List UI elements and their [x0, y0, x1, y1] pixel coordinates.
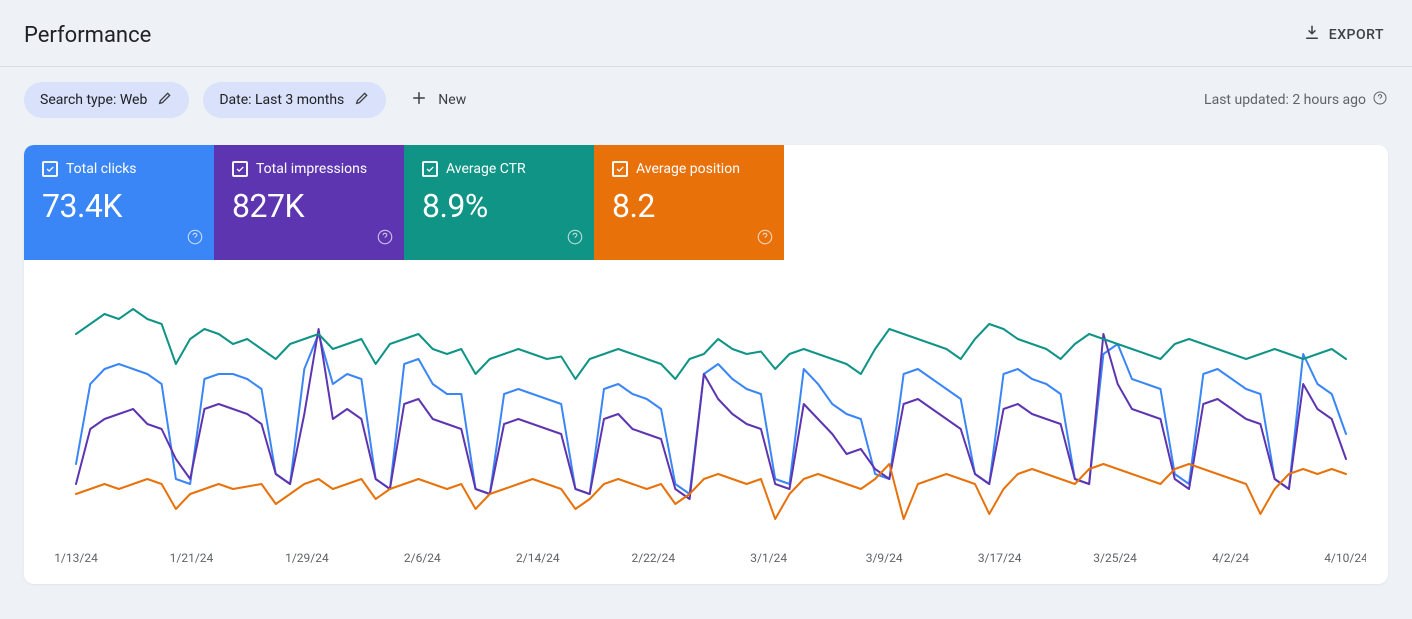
page-title: Performance — [24, 23, 151, 48]
checkbox-icon — [42, 161, 58, 177]
metric-label: Total impressions — [256, 161, 367, 177]
chart-xtick: 2/6/24 — [404, 551, 441, 565]
filter-search-type[interactable]: Search type: Web — [24, 82, 189, 118]
last-updated: Last updated: 2 hours ago — [1204, 90, 1388, 110]
metric-label: Average position — [636, 161, 740, 177]
checkbox-icon — [232, 161, 248, 177]
metric-value: 827K — [232, 187, 386, 225]
chart-xtick: 4/2/24 — [1212, 551, 1249, 565]
last-updated-label: Last updated: 2 hours ago — [1204, 92, 1366, 108]
performance-card: Total clicks 73.4K Total impressions 827… — [24, 145, 1388, 584]
pencil-icon — [157, 90, 173, 110]
help-icon[interactable] — [756, 228, 774, 250]
chart-xtick: 1/21/24 — [170, 551, 214, 565]
filter-date[interactable]: Date: Last 3 months — [203, 82, 386, 118]
new-label: New — [438, 92, 466, 108]
metric-value: 8.9% — [422, 187, 576, 225]
plus-icon — [410, 89, 428, 111]
help-icon[interactable] — [186, 228, 204, 250]
metric-average-position[interactable]: Average position 8.2 — [594, 145, 784, 260]
metric-average-ctr[interactable]: Average CTR 8.9% — [404, 145, 594, 260]
metric-label: Total clicks — [66, 161, 137, 177]
metric-total-clicks[interactable]: Total clicks 73.4K — [24, 145, 214, 260]
chart-xtick: 1/13/24 — [54, 551, 98, 565]
chart-xtick: 4/10/24 — [1324, 551, 1366, 565]
chart-xtick: 3/17/24 — [978, 551, 1022, 565]
export-label: EXPORT — [1329, 27, 1384, 43]
chart-series — [76, 464, 1346, 519]
checkbox-icon — [612, 161, 628, 177]
chart-xtick: 3/25/24 — [1093, 551, 1137, 565]
chart-xtick: 2/14/24 — [516, 551, 560, 565]
chart-xtick: 1/29/24 — [285, 551, 329, 565]
filter-search-type-label: Search type: Web — [40, 92, 147, 108]
chart-xtick: 3/1/24 — [750, 551, 787, 565]
export-button[interactable]: EXPORT — [1299, 18, 1388, 52]
metric-total-impressions[interactable]: Total impressions 827K — [214, 145, 404, 260]
performance-chart[interactable]: 1/13/24 1/21/24 1/29/24 2/6/24 2/14/24 2/22/2… — [46, 274, 1366, 574]
chart-xtick: 3/9/24 — [866, 551, 903, 565]
help-icon[interactable] — [566, 228, 584, 250]
metric-label: Average CTR — [446, 161, 526, 177]
download-icon — [1303, 24, 1321, 46]
help-icon[interactable] — [376, 228, 394, 250]
metric-value: 8.2 — [612, 187, 766, 225]
pencil-icon — [354, 90, 370, 110]
metric-value: 73.4K — [42, 187, 196, 225]
add-filter-button[interactable]: New — [400, 81, 476, 119]
chart-xtick: 2/22/24 — [631, 551, 675, 565]
filter-date-label: Date: Last 3 months — [219, 92, 344, 108]
checkbox-icon — [422, 161, 438, 177]
help-icon[interactable] — [1372, 90, 1388, 110]
